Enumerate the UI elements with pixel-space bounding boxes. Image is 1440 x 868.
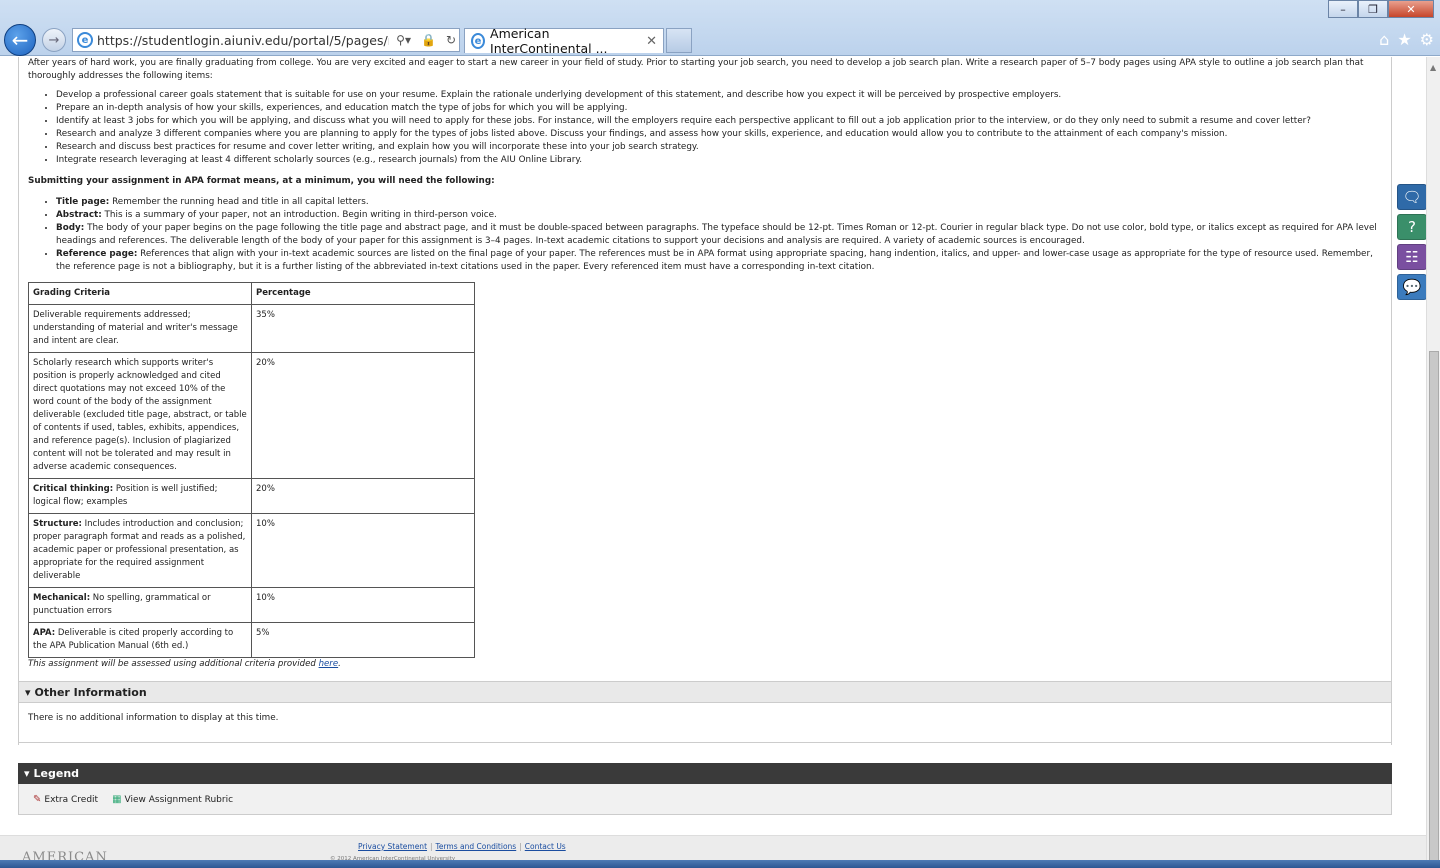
- gear-icon[interactable]: ⚙: [1420, 30, 1434, 49]
- list-item: Integrate research leveraging at least 4…: [56, 154, 1378, 167]
- criteria-cell: Critical thinking: Position is well just…: [28, 478, 252, 514]
- requirements-list: Develop a professional career goals stat…: [56, 89, 1378, 167]
- list-item: Title page: Remember the running head an…: [56, 196, 1378, 209]
- legend-section: ▾ Legend ✎ Extra Credit ▦ View Assignment R…: [18, 763, 1392, 815]
- collapse-triangle-icon: ▾: [25, 685, 31, 699]
- ie-icon: e: [471, 33, 486, 49]
- list-item: Body: The body of your paper begins on t…: [56, 222, 1378, 248]
- tab-close-icon[interactable]: ✕: [646, 34, 657, 49]
- chat-icon[interactable]: 🗨: [1397, 184, 1427, 210]
- contact-card-icon[interactable]: ☷: [1397, 244, 1427, 270]
- apa-item-text: The body of your paper begins on the pag…: [56, 223, 1377, 246]
- page-viewport: After years of hard work, you are finall…: [0, 57, 1426, 868]
- criteria-cell: APA: Deliverable is cited properly accor…: [28, 622, 252, 658]
- feedback-icon[interactable]: 💬: [1397, 274, 1427, 300]
- table-row: Critical thinking: Position is well just…: [28, 478, 475, 514]
- apa-item-text: References that align with your in-text …: [56, 249, 1373, 272]
- privacy-link[interactable]: Privacy Statement: [358, 842, 427, 851]
- criteria-cell: Structure: Includes introduction and con…: [28, 513, 252, 588]
- browser-tools: ⌂ ★ ⚙: [1379, 30, 1434, 49]
- other-information-header[interactable]: ▾ Other Information: [18, 681, 1392, 703]
- window-controls: – ❐ ✕: [1328, 0, 1434, 18]
- table-row: APA: Deliverable is cited properly accor…: [28, 622, 475, 658]
- percentage-cell: 20%: [251, 352, 475, 479]
- vertical-scrollbar[interactable]: ▲ ▼: [1426, 57, 1440, 868]
- tab-title: American InterContinental ...: [490, 26, 608, 56]
- browser-chrome: – ❐ ✕ ← → e https://studentlogin.aiuniv.…: [0, 0, 1440, 56]
- collapse-triangle-icon: ▾: [24, 767, 30, 780]
- grading-table: Grading Criteria Percentage Deliverable …: [28, 282, 475, 658]
- criteria-cell: Deliverable requirements addressed; unde…: [28, 304, 252, 353]
- lock-icon[interactable]: 🔒: [418, 33, 439, 47]
- percentage-cell: 20%: [251, 478, 475, 514]
- new-tab-button[interactable]: [666, 28, 692, 53]
- percentage-cell: 10%: [251, 587, 475, 623]
- apa-heading: Submitting your assignment in APA format…: [28, 176, 495, 186]
- apa-item-label: Abstract:: [56, 210, 102, 220]
- close-window-button[interactable]: ✕: [1388, 0, 1434, 18]
- table-row: Scholarly research which supports writer…: [28, 352, 475, 479]
- assignment-content: After years of hard work, you are finall…: [28, 57, 1378, 671]
- assignment-intro: After years of hard work, you are finall…: [28, 58, 1364, 81]
- restore-button[interactable]: ❐: [1358, 0, 1388, 18]
- list-item: Research and analyze 3 different compani…: [56, 128, 1378, 141]
- tab-active[interactable]: e American InterContinental ... ✕: [464, 26, 664, 56]
- search-icon[interactable]: ⚲▾: [393, 33, 414, 47]
- other-information-body: There is no additional information to di…: [18, 703, 1392, 743]
- list-item: Develop a professional career goals stat…: [56, 89, 1378, 102]
- forward-arrow-icon[interactable]: →: [42, 28, 66, 52]
- criteria-cell: Scholarly research which supports writer…: [28, 352, 252, 479]
- star-icon[interactable]: ★: [1397, 30, 1411, 49]
- extra-credit-icon: ✎: [33, 793, 42, 805]
- legend-item-rubric: ▦ View Assignment Rubric: [112, 793, 234, 805]
- other-information-section: ▾ Other Information There is no additiona…: [18, 681, 1392, 743]
- percentage-cell: 10%: [251, 513, 475, 588]
- criteria-cell: Mechanical: No spelling, grammatical or …: [28, 587, 252, 623]
- list-item: Identify at least 3 jobs for which you w…: [56, 115, 1378, 128]
- legend-item-extra-credit: ✎ Extra Credit: [33, 793, 99, 805]
- legend-body: ✎ Extra Credit ▦ View Assignment Rubric: [18, 784, 1392, 815]
- percentage-cell: 35%: [251, 304, 475, 353]
- apa-item-label: Reference page:: [56, 249, 138, 259]
- table-header: Percentage: [251, 282, 475, 305]
- list-item: Prepare an in-depth analysis of how your…: [56, 102, 1378, 115]
- table-row: Structure: Includes introduction and con…: [28, 513, 475, 588]
- table-row: Mechanical: No spelling, grammatical or …: [28, 587, 475, 623]
- address-url[interactable]: https://studentlogin.aiuniv.edu/portal/5…: [97, 33, 389, 48]
- percentage-cell: 5%: [251, 622, 475, 658]
- address-bar[interactable]: e https://studentlogin.aiuniv.edu/portal…: [72, 28, 460, 52]
- apa-item-label: Body:: [56, 223, 85, 233]
- list-item: Reference page: References that align wi…: [56, 248, 1378, 274]
- minimize-button[interactable]: –: [1328, 0, 1358, 18]
- os-taskbar: [0, 860, 1440, 868]
- apa-item-label: Title page:: [56, 197, 110, 207]
- contact-link[interactable]: Contact Us: [525, 842, 566, 851]
- rubric-icon: ▦: [112, 793, 122, 805]
- table-row: Deliverable requirements addressed; unde…: [28, 304, 475, 353]
- table-header: Grading Criteria: [28, 282, 252, 305]
- refresh-icon[interactable]: ↻: [443, 33, 459, 47]
- help-icon[interactable]: ?: [1397, 214, 1427, 240]
- back-arrow-icon[interactable]: ←: [4, 24, 36, 56]
- side-widgets: 🗨 ? ☷ 💬: [1397, 184, 1427, 300]
- scroll-up-icon[interactable]: ▲: [1430, 63, 1436, 72]
- apa-list: Title page: Remember the running head an…: [56, 196, 1378, 274]
- scroll-thumb[interactable]: [1429, 351, 1439, 863]
- apa-item-text: Remember the running head and title in a…: [109, 197, 369, 207]
- legend-header[interactable]: ▾ Legend: [18, 763, 1392, 784]
- table-header-row: Grading Criteria Percentage: [28, 282, 475, 305]
- list-item: Research and discuss best practices for …: [56, 141, 1378, 154]
- rubric-link[interactable]: here: [319, 659, 339, 669]
- home-icon[interactable]: ⌂: [1379, 30, 1389, 49]
- list-item: Abstract: This is a summary of your pape…: [56, 209, 1378, 222]
- footer-links: Privacy Statement | Terms and Conditions | C…: [358, 842, 566, 851]
- assessment-note: This assignment will be assessed using a…: [28, 659, 341, 669]
- apa-item-text: This is a summary of your paper, not an …: [101, 210, 497, 220]
- ie-icon: e: [77, 32, 93, 48]
- terms-link[interactable]: Terms and Conditions: [436, 842, 517, 851]
